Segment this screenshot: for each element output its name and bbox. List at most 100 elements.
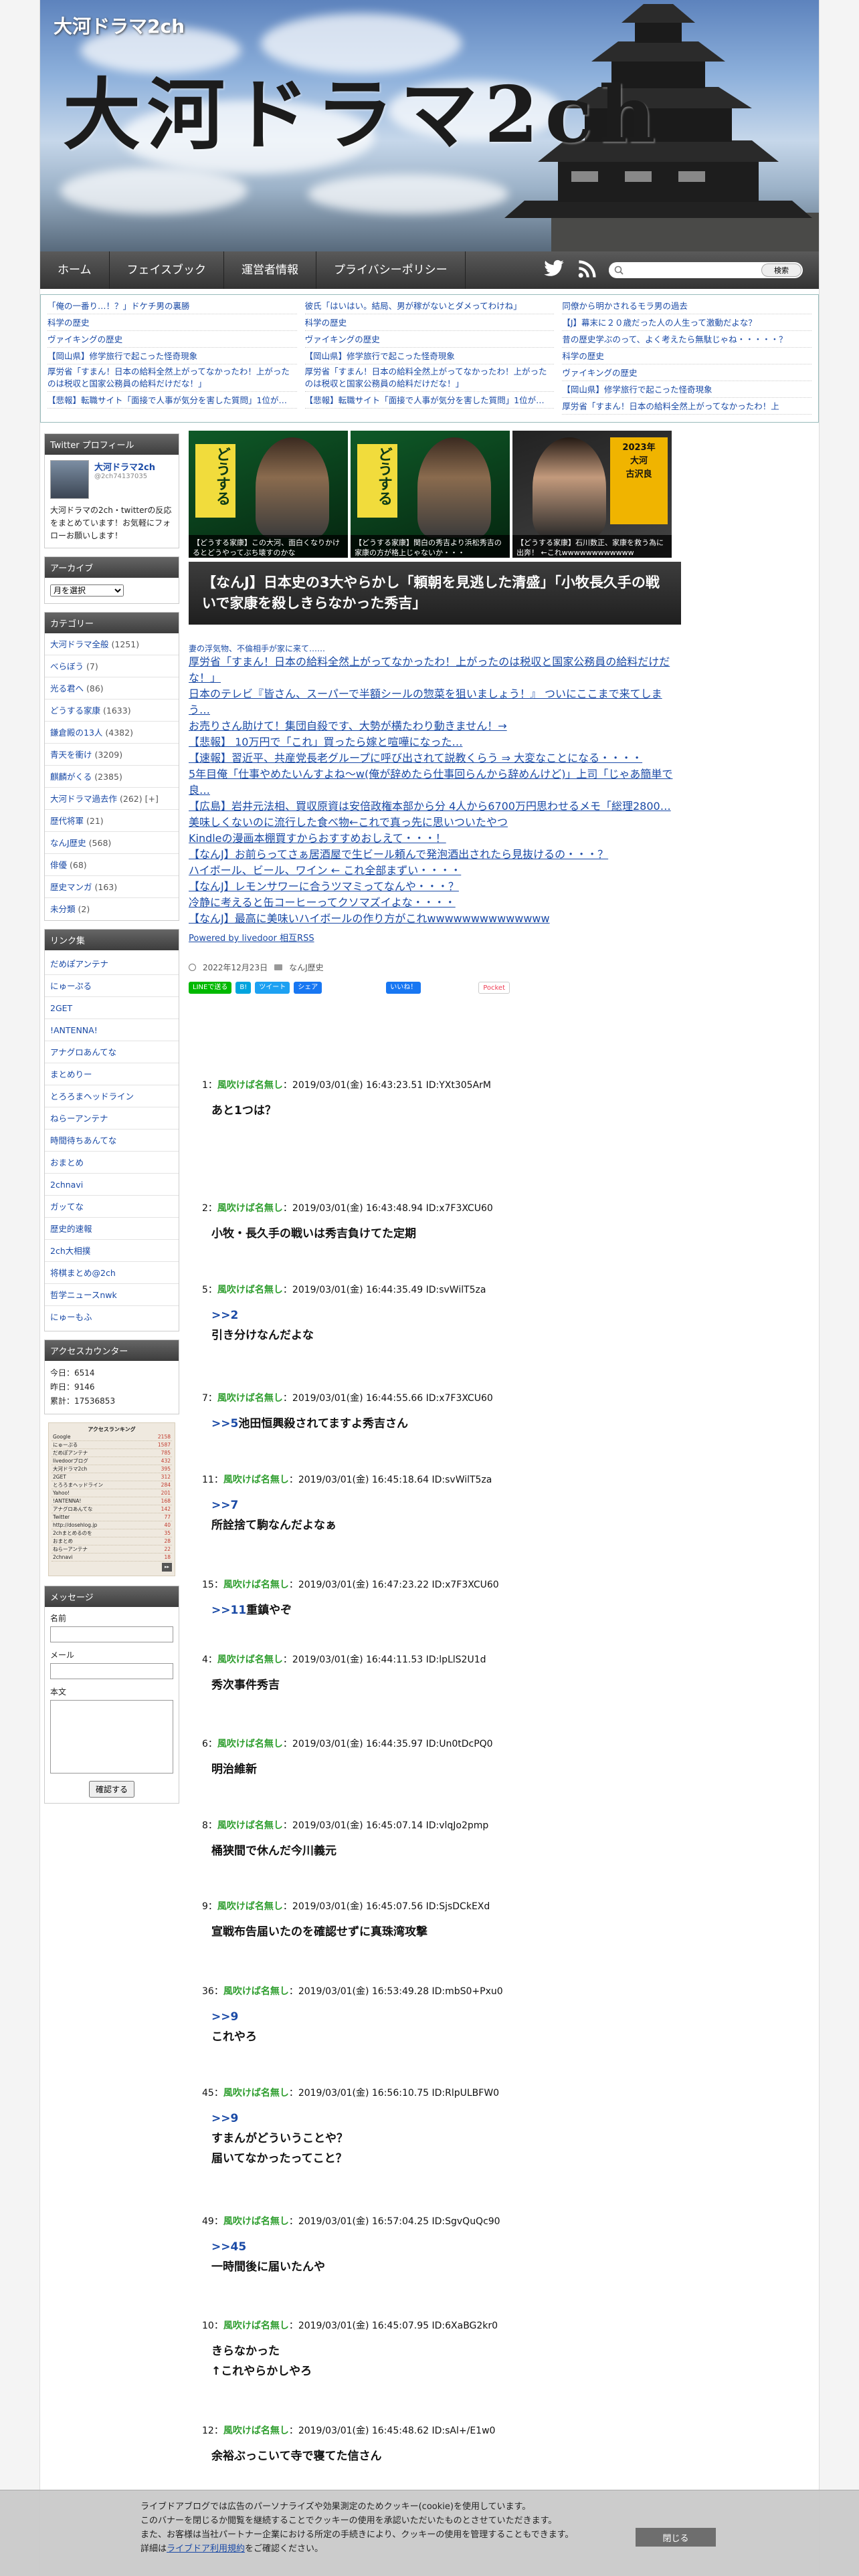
link-item[interactable]: にゅーもふ: [45, 1306, 179, 1328]
reply-anchor[interactable]: >>11: [211, 1604, 246, 1617]
ranking-row[interactable]: にゅーぷる 1587: [52, 1441, 172, 1449]
top-link[interactable]: 厚労省「すまん！日本の給料全然上がってなかったわ！上がったのは税収と国家公務員の…: [304, 364, 555, 392]
ranking-row[interactable]: 大河ドラマ2ch 395: [52, 1465, 172, 1473]
top-link[interactable]: 科学の歴史: [47, 314, 297, 331]
rss-icon[interactable]: [578, 259, 597, 278]
link-item[interactable]: にゅーぷる: [45, 975, 179, 997]
top-link[interactable]: 彼氏「はいはい。結局、男が稼がないとダメってわけね」: [304, 298, 555, 314]
link-item[interactable]: アナグロあんてな: [45, 1041, 179, 1063]
top-link[interactable]: 同僚から明かされるモラ男の過去: [562, 298, 812, 314]
widget-title: アーカイブ: [45, 557, 179, 578]
link-item[interactable]: おまとめ: [45, 1152, 179, 1174]
link-item[interactable]: !ANTENNA!: [45, 1019, 179, 1041]
category-link[interactable]: 青天を衝け (3209): [45, 744, 179, 766]
expand-toggle[interactable]: [+]: [145, 794, 159, 804]
ranking-more-icon[interactable]: ▸▸: [52, 1563, 172, 1572]
ranking-row[interactable]: Google 2158: [52, 1433, 172, 1441]
link-item[interactable]: ガッてな: [45, 1196, 179, 1218]
message-body-label: 本文: [50, 1687, 67, 1697]
nav-about[interactable]: 運営者情報: [224, 251, 316, 289]
top-link[interactable]: ヴァイキングの歴史: [47, 331, 297, 348]
link-item[interactable]: とろろまヘッドライン: [45, 1085, 179, 1107]
twitter-bird-icon[interactable]: [543, 259, 565, 278]
ranking-rows: Google 2158 にゅーぷる 1587 だめぽアンテナ 785 livedoorブログ…: [52, 1433, 172, 1562]
ranking-row[interactable]: 2GET 312: [52, 1473, 172, 1481]
reply-anchor[interactable]: >>2: [211, 1305, 486, 1325]
archive-select[interactable]: 月を選択: [50, 584, 124, 597]
category-link[interactable]: 未分類 (2): [45, 898, 179, 920]
nav-privacy[interactable]: プライバシーポリシー: [316, 251, 466, 289]
thread-post: 2：風吹けば名無し：2019/03/01(金) 16:43:48.94 ID:x…: [202, 1203, 493, 1241]
search-button[interactable]: 検索: [761, 263, 801, 277]
top-link[interactable]: 「俺の一番り…！？」ドケチ男の裏勝: [47, 298, 297, 314]
link-item[interactable]: 将棋まとめ@2ch: [45, 1262, 179, 1284]
reply-anchor[interactable]: >>45: [211, 2237, 500, 2257]
category-link[interactable]: 俳優 (68): [45, 854, 179, 876]
reply-anchor[interactable]: >>7: [211, 1495, 492, 1515]
category-link[interactable]: 歴代将軍 (21): [45, 810, 179, 832]
nav-home[interactable]: ホーム: [40, 251, 110, 289]
reply-anchor[interactable]: >>9: [211, 2109, 499, 2129]
thread-post: 15：風吹けば名無し：2019/03/01(金) 16:47:23.22 ID:…: [202, 1580, 499, 1617]
ranking-row[interactable]: とろろまヘッドライン 284: [52, 1481, 172, 1489]
top-link[interactable]: ヴァイキングの歴史: [304, 331, 555, 348]
search-input[interactable]: [609, 263, 761, 278]
category-link[interactable]: 光る君へ (86): [45, 677, 179, 700]
link-item[interactable]: ねらーアンテナ: [45, 1107, 179, 1130]
top-link[interactable]: 【岡山県】修学旅行で起こった怪奇現象: [304, 348, 555, 364]
ranking-row[interactable]: 2chまとめるのを 35: [52, 1529, 172, 1537]
category-link[interactable]: 麒麟がくる (2385): [45, 766, 179, 788]
thread-post: 49：風吹けば名無し：2019/03/01(金) 16:57:04.25 ID:…: [202, 2216, 500, 2274]
cookie-close-button[interactable]: 閉じる: [636, 2528, 716, 2547]
avatar[interactable]: [50, 460, 89, 499]
ranking-row[interactable]: !ANTENNA! 168: [52, 1497, 172, 1505]
ranking-row[interactable]: おまとめ 28: [52, 1537, 172, 1545]
top-link[interactable]: 【悲報】転職サイト「面接で人事が気分を害した質問」1位が…: [47, 392, 297, 409]
category-link[interactable]: 鎌倉殿の13人 (4382): [45, 722, 179, 744]
link-item[interactable]: 2ch大相撲: [45, 1240, 179, 1262]
top-link[interactable]: 【J】幕末に２０歳だった人の人生って激動だよな？: [562, 314, 812, 331]
top-link[interactable]: 【岡山県】修学旅行で起こった怪奇現象: [47, 348, 297, 364]
category-link[interactable]: 大河ドラマ全般 (1251): [45, 633, 179, 655]
ranking-row[interactable]: ねらーアンテナ 22: [52, 1545, 172, 1553]
access-ranking-widget: アクセスランキング Google 2158 にゅーぷる 1587 だめぽアンテナ 785 l…: [48, 1422, 175, 1576]
category-link[interactable]: べらぼう (7): [45, 655, 179, 677]
top-link[interactable]: 【悲報】転職サイト「面接で人事が気分を害した質問」1位が…: [304, 392, 555, 409]
link-item[interactable]: 2GET: [45, 997, 179, 1019]
ranking-row[interactable]: アナグロあんてな 142: [52, 1505, 172, 1513]
message-name-input[interactable]: [50, 1626, 173, 1642]
category-link[interactable]: どうする家康 (1633): [45, 700, 179, 722]
reply-anchor[interactable]: >>5: [211, 1417, 238, 1430]
top-link[interactable]: 昔の歴史学ぶのって、よく考えたら無駄じゃね・・・・・？: [562, 331, 812, 348]
top-link[interactable]: 科学の歴史: [304, 314, 555, 331]
top-link[interactable]: 厚労省「すまん！日本の給料全然上がってなかったわ！上: [562, 398, 812, 415]
terms-link[interactable]: ライブドア利用規約: [167, 2544, 245, 2554]
top-link[interactable]: 厚労省「すまん！日本の給料全然上がってなかったわ！上がったのは税収と国家公務員の…: [47, 364, 297, 392]
confirm-button[interactable]: 確認する: [88, 1781, 134, 1798]
message-body-textarea[interactable]: [50, 1700, 173, 1774]
link-item[interactable]: 時間待ちあんてな: [45, 1130, 179, 1152]
ranking-row[interactable]: 2chnavi 18: [52, 1553, 172, 1562]
link-item[interactable]: だめぽアンテナ: [45, 953, 179, 975]
link-item[interactable]: 歴史的速報: [45, 1218, 179, 1240]
site-title-small[interactable]: 大河ドラマ2ch: [54, 12, 185, 39]
top-link[interactable]: 科学の歴史: [562, 348, 812, 364]
message-mail-input[interactable]: [50, 1663, 173, 1679]
ranking-row[interactable]: livedoorブログ 432: [52, 1457, 172, 1465]
link-item[interactable]: 哲学ニュースnwk: [45, 1284, 179, 1306]
nav-facebook[interactable]: フェイスブック: [110, 251, 224, 289]
top-link[interactable]: 【岡山県】修学旅行で起こった怪奇現象: [562, 381, 812, 398]
ranking-row[interactable]: だめぽアンテナ 785: [52, 1449, 172, 1457]
link-item[interactable]: 2chnavi: [45, 1174, 179, 1196]
reply-anchor[interactable]: >>9: [211, 2007, 503, 2027]
category-link[interactable]: 歴史マンガ (163): [45, 876, 179, 898]
top-link[interactable]: ヴァイキングの歴史: [562, 364, 812, 381]
widget-title: カテゴリー: [45, 613, 179, 633]
ranking-row[interactable]: Yahoo! 201: [52, 1489, 172, 1497]
category-link[interactable]: 大河ドラマ過去作 (262) [+]: [45, 788, 179, 810]
ranking-row[interactable]: Twitter 77: [52, 1513, 172, 1521]
ranking-row[interactable]: http://dosehlog.jp 40: [52, 1521, 172, 1529]
twitter-name[interactable]: 大河ドラマ2ch: [94, 460, 155, 473]
link-item[interactable]: まとめりー: [45, 1063, 179, 1085]
category-link[interactable]: なんJ歴史 (568): [45, 832, 179, 854]
